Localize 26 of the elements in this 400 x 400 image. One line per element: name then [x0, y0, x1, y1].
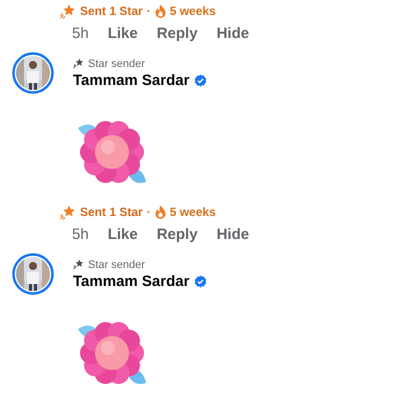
action-link[interactable]: Reply	[156, 24, 198, 42]
star-icon	[73, 58, 84, 69]
timestamp: 5h	[72, 24, 89, 42]
separator: ·	[146, 4, 151, 18]
flame-icon	[154, 205, 166, 219]
star-icon	[60, 4, 76, 18]
timestamp: 5h	[72, 226, 89, 242]
star-icon	[73, 259, 84, 270]
star-icon	[60, 204, 76, 220]
star-sender-label: Star sender	[88, 58, 145, 70]
action-link[interactable]: Like	[108, 226, 138, 242]
streak-label: 5 weeks	[170, 205, 216, 219]
star-sender-label: Star sender	[88, 258, 145, 270]
verified-badge-icon	[194, 274, 208, 288]
action-link[interactable]: Like	[108, 24, 138, 42]
separator: ·	[146, 205, 151, 219]
author-name[interactable]: Tammam Sardar	[73, 72, 190, 88]
action-link[interactable]: Hide	[216, 226, 250, 242]
action-link[interactable]: Reply	[156, 226, 198, 242]
streak-label: 5 weeks	[170, 4, 216, 18]
flame-icon	[154, 4, 166, 18]
stars-sent-label: Sent 1 Star	[80, 205, 143, 219]
stars-sent-label: Sent 1 Star	[80, 4, 143, 18]
author-name[interactable]: Tammam Sardar	[73, 272, 190, 290]
verified-badge-icon	[194, 74, 208, 86]
action-link[interactable]: Hide	[216, 24, 250, 42]
